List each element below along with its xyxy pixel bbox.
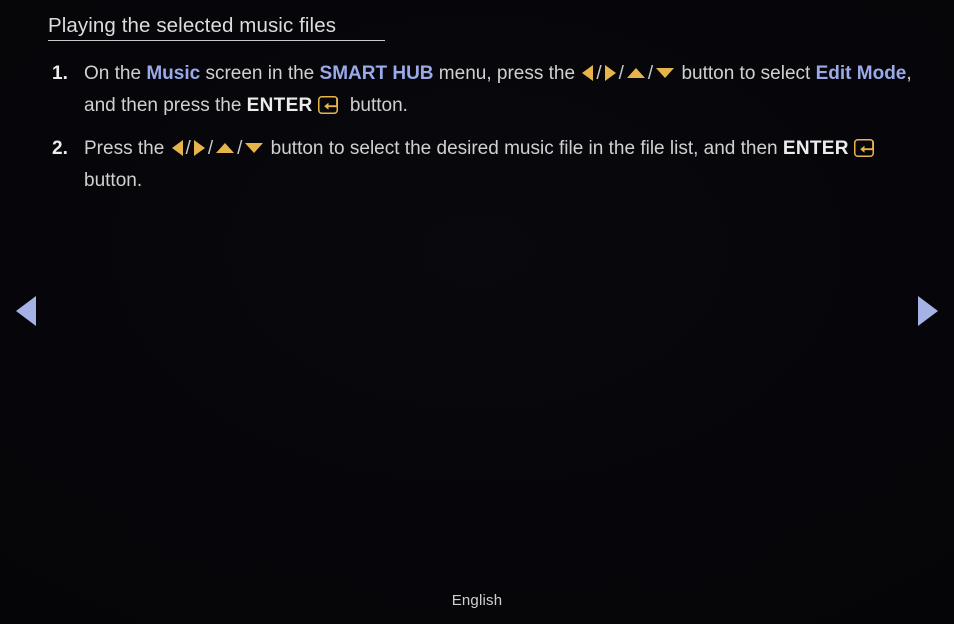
separator: / (237, 138, 243, 159)
step-number: 1. (52, 63, 68, 84)
button-name: ENTER (782, 138, 849, 159)
step-text: On the Music screen in the SMART HUB men… (84, 58, 914, 122)
keyword-highlight: Edit Mode (815, 63, 907, 84)
arrow-right-icon (604, 64, 616, 81)
separator: / (618, 63, 624, 84)
keyword-highlight: Music (146, 63, 201, 84)
arrow-left-icon (582, 64, 594, 81)
enter-key-icon (853, 138, 878, 157)
enter-key-icon (317, 95, 342, 114)
text-run: menu, press the (433, 63, 581, 84)
list-item: 2. Press the / / / button to select the des… (48, 133, 914, 197)
text-run: screen in the (200, 63, 320, 84)
page-title: Playing the selected music files (48, 14, 337, 37)
list-item: 1. On the Music screen in the SMART HUB m… (48, 58, 914, 122)
text-run: button to select (676, 63, 816, 84)
arrow-down-icon (656, 67, 675, 78)
triangle-right-icon[interactable] (918, 296, 938, 326)
separator: / (207, 138, 214, 159)
step-text: Press the / / / button to select the desir… (84, 133, 914, 197)
step-number: 2. (52, 138, 68, 159)
manual-page: Playing the selected music files 1. On th… (0, 0, 954, 624)
text-run: button. (344, 95, 408, 116)
arrow-up-icon (626, 67, 645, 78)
button-name: ENTER (246, 95, 313, 116)
arrow-down-icon (245, 142, 264, 153)
steps-list: 1. On the Music screen in the SMART HUB m… (48, 58, 914, 208)
arrow-up-icon (216, 142, 235, 153)
text-run: Press the (84, 138, 170, 159)
separator: / (647, 63, 654, 84)
text-run: On the (84, 63, 147, 84)
language-label: English (451, 592, 503, 609)
title-underline (48, 40, 385, 41)
separator: / (185, 138, 191, 159)
separator: / (596, 63, 602, 84)
triangle-left-icon[interactable] (16, 296, 36, 326)
arrow-right-icon (193, 139, 205, 156)
text-run: button to select the desired music file … (265, 138, 783, 159)
text-run: button. (84, 170, 143, 191)
arrow-left-icon (171, 139, 183, 156)
keyword-highlight: SMART HUB (319, 63, 434, 84)
